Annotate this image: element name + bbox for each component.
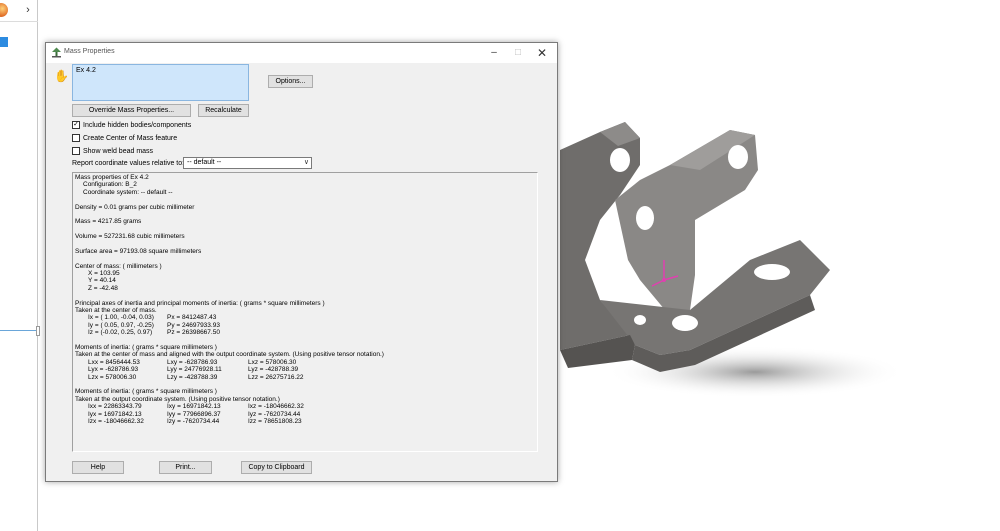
base-plate-hole-right <box>754 264 790 280</box>
results-mass: Mass = 4217.85 grams <box>75 218 142 226</box>
mass-properties-dialog: Mass Properties – □ ✕ ✋ Ex 4.2 Options..… <box>45 42 558 482</box>
mass-properties-results[interactable]: Mass properties of Ex 4.2 Configuration:… <box>72 172 538 452</box>
results-volume: Volume = 527231.68 cubic millimeters <box>75 233 185 241</box>
mass-properties-icon <box>52 47 61 58</box>
principal-axes-title: Principal axes of inertia and principal … <box>75 299 325 307</box>
checkbox-unchecked-icon[interactable] <box>72 134 80 142</box>
results-coordinate-system: Coordinate system: -- default -- <box>83 188 173 196</box>
moments-output-row: Iyx = 16971842.13 Iyy = 77966896.37 Iyz … <box>75 411 535 418</box>
principal-axis-row: Iz = (-0.02, 0.25, 0.97) Pz = 26398667.5… <box>75 329 535 336</box>
options-button[interactable]: Options... <box>268 75 313 88</box>
center-of-mass-x: X = 103.95 <box>88 270 120 278</box>
moments-com-row: Lyx = -628786.93 Lyy = 24776928.11 Lyz =… <box>75 366 535 373</box>
moment-value: Lyy = 24776928.11 <box>167 366 222 374</box>
moment-value: Lxz = 578006.30 <box>248 358 297 366</box>
moment-value: Lzz = 26275716.22 <box>248 373 304 381</box>
coordinate-system-select[interactable]: -- default -- ∨ <box>183 157 312 169</box>
moment-value: Izy = -7620734.44 <box>167 417 220 425</box>
override-mass-properties-button[interactable]: Override Mass Properties... <box>72 104 191 117</box>
moments-com-subtitle: Taken at the center of mass and aligned … <box>75 351 384 359</box>
moment-value: Iyx = 16971842.13 <box>88 410 142 418</box>
selected-item[interactable]: Ex 4.2 <box>76 67 245 74</box>
principal-moment: Pz = 26398667.50 <box>167 329 220 337</box>
moments-output-row: Ixx = 22863343.79 Ixy = 16971842.13 Ixz … <box>75 403 535 410</box>
coordinate-system-value: -- default -- <box>187 159 222 166</box>
tree-selection-highlight[interactable] <box>0 37 8 47</box>
report-coordinates-label: Report coordinate values relative to: <box>72 160 185 167</box>
moment-value: Lxy = -628786.93 <box>167 358 218 366</box>
moments-com-row: Lzx = 578006.30 Lzy = -428788.39 Lzz = 2… <box>75 374 535 381</box>
front-bracket-hole-upper <box>728 145 748 169</box>
back-bracket-hole <box>610 148 630 172</box>
moment-value: Lyz = -428788.39 <box>248 366 299 374</box>
principal-axis-row: Ix = ( 1.00, -0.04, 0.03) Px = 8412487.4… <box>75 314 535 321</box>
maximize-button[interactable]: □ <box>506 43 530 63</box>
chevron-right-icon[interactable]: › <box>20 2 36 18</box>
front-bracket-hole-lower <box>636 206 654 230</box>
center-of-mass-y: Y = 40.14 <box>88 277 116 285</box>
show-weld-bead-label: Show weld bead mass <box>83 148 154 155</box>
moment-value: Ixx = 22863343.79 <box>88 403 142 411</box>
moments-output-title: Moments of inertia: ( grams * square mil… <box>75 388 217 396</box>
principal-moment: Py = 24697933.93 <box>167 321 220 329</box>
center-of-mass-z: Z = -42.48 <box>88 284 118 292</box>
minimize-button[interactable]: – <box>482 43 506 63</box>
principal-axis-row: Iy = ( 0.05, 0.97, -0.25) Py = 24697933.… <box>75 322 535 329</box>
moment-value: Lyx = -628786.93 <box>88 366 139 374</box>
moment-value: Ixy = 16971842.13 <box>167 403 221 411</box>
panel-splitter-grip[interactable] <box>36 326 40 336</box>
moments-com-row: Lxx = 8456444.53 Lxy = -628786.93 Lxz = … <box>75 359 535 366</box>
selection-hand-icon: ✋ <box>54 69 69 83</box>
moment-value: Lxx = 8456444.53 <box>88 358 140 366</box>
moments-output-subtitle: Taken at the output coordinate system. (… <box>75 395 280 403</box>
appearance-icon[interactable] <box>0 3 8 17</box>
feature-manager-toolbar: › <box>0 0 38 22</box>
checkbox-checked-icon[interactable]: ✓ <box>72 121 80 129</box>
recalculate-button[interactable]: Recalculate <box>198 104 249 117</box>
results-header: Mass properties of Ex 4.2 <box>75 174 149 181</box>
moment-value: Ixz = -18046662.32 <box>248 403 304 411</box>
moment-value: Iyy = 77966896.37 <box>167 410 221 418</box>
selected-items-list[interactable]: Ex 4.2 <box>72 64 249 101</box>
bracket-3d-model[interactable] <box>540 110 1000 430</box>
moment-value: Lzx = 578006.30 <box>88 373 137 381</box>
center-of-mass-title: Center of mass: ( millimeters ) <box>75 262 162 270</box>
results-density: Density = 0.01 grams per cubic millimete… <box>75 203 195 211</box>
moment-value: Izx = -18046662.32 <box>88 417 144 425</box>
principal-axis-vector: Ix = ( 1.00, -0.04, 0.03) <box>88 314 154 322</box>
base-plate-hole-left <box>672 315 698 331</box>
principal-axes-subtitle: Taken at the center of mass. <box>75 307 157 315</box>
principal-axis-vector: Iy = ( 0.05, 0.97, -0.25) <box>88 321 154 329</box>
checkbox-unchecked-icon[interactable] <box>72 147 80 155</box>
results-configuration: Configuration: B_2 <box>83 181 137 189</box>
dialog-titlebar[interactable]: Mass Properties – □ ✕ <box>46 43 557 63</box>
moments-output-row: Izx = -18046662.32 Izy = -7620734.44 Izz… <box>75 418 535 425</box>
principal-axis-vector: Iz = (-0.02, 0.25, 0.97) <box>88 329 153 337</box>
dialog-title: Mass Properties <box>64 48 115 55</box>
help-button[interactable]: Help <box>72 461 124 474</box>
moment-value: Izz = 78651808.23 <box>248 417 302 425</box>
moments-com-title: Moments of inertia: ( grams * square mil… <box>75 343 217 351</box>
include-hidden-label: Include hidden bodies/components <box>83 122 192 129</box>
base-plate-hole-small <box>634 315 646 325</box>
print-button[interactable]: Print... <box>159 461 212 474</box>
create-center-of-mass-label: Create Center of Mass feature <box>83 135 178 142</box>
moment-value: Iyz = -7620734.44 <box>248 410 301 418</box>
feature-manager-panel: › <box>0 0 40 531</box>
close-button[interactable]: ✕ <box>530 43 554 63</box>
moment-value: Lzy = -428788.39 <box>167 373 218 381</box>
principal-moment: Px = 8412487.43 <box>167 314 217 322</box>
results-surface-area: Surface area = 97193.08 square millimete… <box>75 247 202 255</box>
chevron-down-icon[interactable]: ∨ <box>304 158 309 168</box>
panel-splitter-line <box>0 330 38 331</box>
copy-to-clipboard-button[interactable]: Copy to Clipboard <box>241 461 312 474</box>
